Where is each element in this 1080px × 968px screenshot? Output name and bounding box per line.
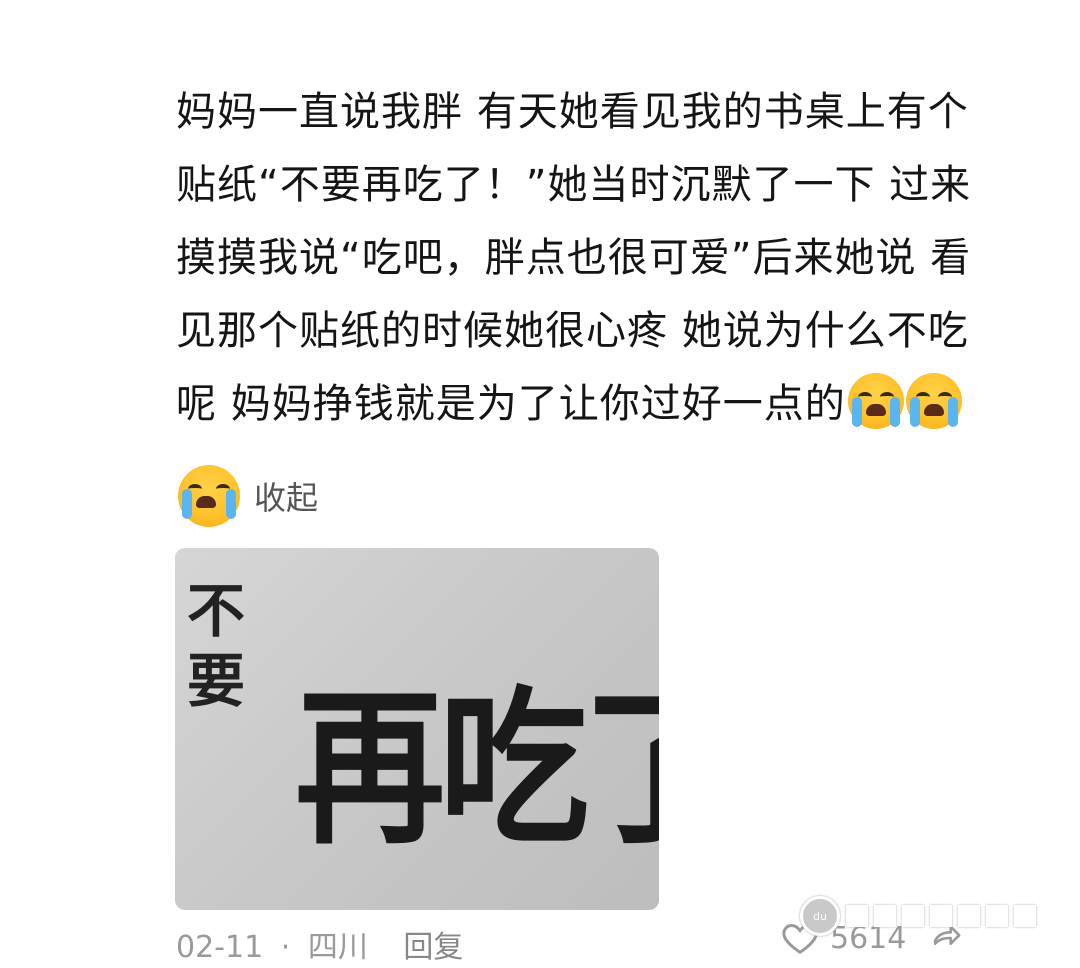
watermark-block [958,905,980,927]
watermark-block [986,905,1008,927]
comment-date: 02-11 [176,930,264,965]
comment-line-4: 见那个贴纸的时候她很心疼 她说为什么不吃 [176,308,969,354]
photo-small-char-1: 不 [186,577,245,645]
photo-big-text: 再吃了 [295,670,659,868]
loudly-crying-face-icon [905,373,962,429]
watermark-block [1014,905,1036,927]
photo-small-char-2: 要 [186,647,245,715]
comment-line-3: 摸摸我说“吃吧，胖点也很可爱”后来她说 看 [176,235,972,281]
watermark-block [874,905,896,927]
comment-body: 妈妈一直说我胖 有天她看见我的书桌上有个 贴纸“不要再吃了！”她当时沉默了一下 … [176,76,1016,441]
meta-separator: · [280,930,291,965]
comment-line-5: 呢 妈妈挣钱就是为了让你过好一点的 [176,368,1016,441]
loudly-crying-face-icon [847,373,904,429]
comment-line-5-text: 呢 妈妈挣钱就是为了让你过好一点的 [176,381,846,427]
comment-meta: 02-11 · 四川 回复 [176,922,463,965]
watermark-logo-icon: du [800,896,840,936]
reply-button[interactable]: 回复 [403,922,463,966]
comment-line-1: 妈妈一直说我胖 有天她看见我的书桌上有个 [176,89,969,135]
comment-location: 四川 [307,930,368,965]
photo-small-text: 不 要 [181,576,251,716]
watermark-block [930,905,952,927]
loudly-crying-face-icon [178,465,240,527]
comment-photo[interactable]: 不 要 再吃了 [175,548,659,910]
watermark: du [800,896,1036,936]
watermark-block [846,905,868,927]
collapse-button[interactable]: 收起 [254,473,318,519]
comment-line-2: 贴纸“不要再吃了！”她当时沉默了一下 过来 [176,162,972,208]
collapse-row[interactable]: 收起 [176,465,318,527]
watermark-block [902,905,924,927]
